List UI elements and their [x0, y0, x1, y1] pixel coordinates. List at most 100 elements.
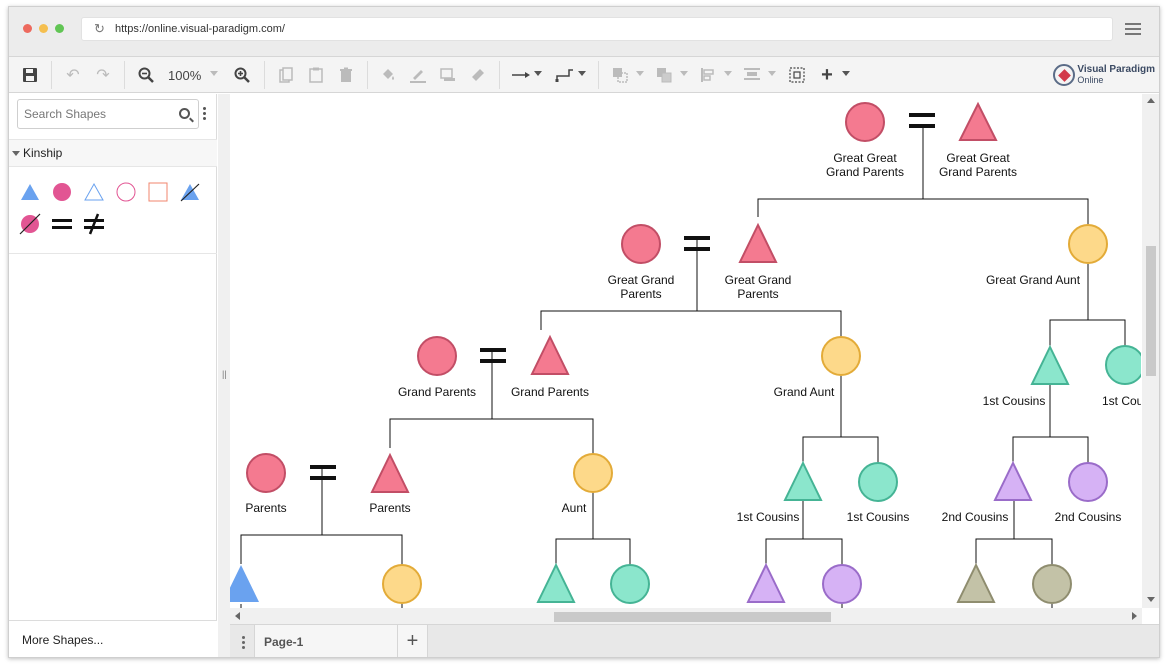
male-node[interactable] — [530, 334, 570, 375]
scroll-up-icon[interactable] — [1147, 98, 1155, 103]
distribute-icon[interactable] — [743, 65, 761, 85]
minimize-dot[interactable] — [39, 24, 48, 33]
fill-color-icon[interactable] — [379, 65, 397, 85]
insert-icon[interactable]: + — [818, 64, 836, 86]
third-cousin-female-node[interactable] — [1032, 564, 1072, 604]
browser-window: ↻ https://online.visual-paradigm.com/ ↶ … — [8, 6, 1160, 658]
sidebar-menu-icon[interactable] — [203, 107, 207, 122]
connector-style-dropdown-icon[interactable] — [534, 71, 542, 76]
paste-icon[interactable] — [307, 65, 325, 85]
self-node[interactable] — [230, 565, 259, 602]
node-label: Great Grand Parents — [608, 273, 675, 301]
third-cousin-male-node[interactable] — [956, 562, 996, 603]
horizontal-scrollbar[interactable] — [230, 608, 1142, 624]
connector — [1088, 319, 1126, 346]
female-node[interactable] — [845, 102, 885, 142]
diagram-canvas[interactable]: Great Great Grand Parents Great Great Gran… — [230, 94, 1141, 608]
connector — [593, 538, 631, 566]
deceased-circle-shape[interactable] — [18, 212, 42, 236]
zoom-level[interactable]: 100% — [168, 68, 201, 83]
save-icon[interactable] — [21, 65, 39, 85]
editor-toolbar: ↶ ↷ 100% + Visual Paradigm Online — [9, 57, 1159, 93]
male-node[interactable] — [370, 452, 410, 493]
equals-shape[interactable] — [50, 212, 74, 236]
reload-icon[interactable]: ↻ — [94, 22, 108, 36]
cousin-female-node[interactable] — [610, 564, 650, 604]
cousin-male-node[interactable] — [783, 460, 823, 501]
line-color-icon[interactable] — [409, 65, 427, 85]
filled-triangle-shape[interactable] — [18, 180, 42, 204]
page-menu-icon[interactable] — [230, 625, 254, 657]
search-icon[interactable] — [179, 108, 190, 119]
not-equals-shape[interactable] — [82, 212, 106, 236]
search-shapes-input[interactable] — [17, 99, 199, 129]
connector — [1050, 436, 1089, 463]
cousin-male-node[interactable] — [536, 562, 576, 603]
second-cousin-male-node[interactable] — [993, 460, 1033, 501]
align-icon[interactable] — [699, 65, 717, 85]
redo-icon[interactable]: ↷ — [94, 65, 112, 85]
browser-chrome: ↻ https://online.visual-paradigm.com/ — [9, 7, 1159, 57]
connector — [975, 538, 1014, 565]
category-header-kinship[interactable]: Kinship — [9, 139, 217, 167]
format-painter-icon[interactable] — [469, 65, 487, 85]
connector — [765, 538, 803, 565]
second-cousin-male-node[interactable] — [746, 562, 786, 603]
node-label: Great Grand Aunt — [986, 273, 1081, 287]
zoom-in-icon[interactable] — [233, 65, 251, 85]
add-page-button[interactable]: + — [398, 625, 428, 657]
scroll-right-icon[interactable] — [1132, 612, 1137, 620]
cousin-male-node[interactable] — [1030, 344, 1070, 385]
second-cousin-female-node[interactable] — [1068, 462, 1108, 502]
cousin-female-node[interactable] — [858, 462, 898, 502]
female-node[interactable] — [621, 224, 661, 264]
kinship-diagram: Great Great Grand Parents Great Great Gran… — [230, 101, 1141, 608]
node-label: Great Great Grand Parents — [826, 151, 904, 179]
female-node[interactable] — [246, 453, 286, 493]
aunt-node[interactable] — [821, 336, 861, 376]
aunt-node[interactable] — [573, 453, 613, 493]
undo-icon[interactable]: ↶ — [64, 65, 82, 85]
scroll-down-icon[interactable] — [1147, 597, 1155, 602]
male-node[interactable] — [738, 222, 778, 263]
insert-dropdown-icon[interactable] — [842, 71, 850, 76]
shadow-icon[interactable] — [439, 65, 457, 85]
brand-mark-icon — [1053, 64, 1076, 86]
outline-triangle-shape[interactable] — [82, 180, 106, 204]
brand-subtitle: Online — [1077, 75, 1104, 85]
waypoint-style-icon[interactable] — [555, 65, 575, 85]
zoom-out-icon[interactable] — [137, 65, 155, 85]
address-bar[interactable]: ↻ https://online.visual-paradigm.com/ — [81, 17, 1113, 41]
cousin-female-node[interactable] — [1105, 345, 1141, 385]
outline-square-shape[interactable] — [146, 180, 170, 204]
group-icon[interactable] — [611, 65, 629, 85]
tab-page-1[interactable]: Page-1 — [254, 625, 398, 657]
male-node[interactable] — [958, 101, 998, 141]
second-cousin-female-node[interactable] — [822, 564, 862, 604]
waypoint-style-dropdown-icon[interactable] — [578, 71, 586, 76]
connector — [802, 436, 841, 463]
horizontal-scroll-thumb[interactable] — [554, 612, 831, 622]
aunt-node[interactable] — [1068, 224, 1108, 264]
vertical-scrollbar[interactable] — [1142, 94, 1159, 608]
outline-circle-shape[interactable] — [114, 180, 138, 204]
node-label: Grand Parents — [398, 385, 476, 399]
select-all-icon[interactable] — [788, 65, 806, 85]
zoom-dropdown-icon[interactable] — [210, 71, 218, 76]
aunt-node[interactable] — [382, 564, 422, 604]
vertical-scroll-thumb[interactable] — [1146, 246, 1156, 376]
filled-circle-shape[interactable] — [50, 180, 74, 204]
browser-menu-icon[interactable] — [1125, 23, 1141, 35]
scroll-left-icon[interactable] — [235, 612, 240, 620]
more-shapes-button[interactable]: More Shapes... — [9, 620, 217, 657]
maximize-dot[interactable] — [55, 24, 64, 33]
delete-icon[interactable] — [337, 65, 355, 85]
arrange-icon[interactable] — [655, 65, 673, 85]
connector-style-icon[interactable] — [511, 65, 531, 85]
deceased-triangle-shape[interactable] — [178, 180, 202, 204]
sidebar-splitter[interactable]: || — [218, 94, 230, 657]
female-node[interactable] — [417, 336, 457, 376]
copy-icon[interactable] — [277, 65, 295, 85]
collapse-icon — [12, 151, 20, 156]
close-dot[interactable] — [23, 24, 32, 33]
